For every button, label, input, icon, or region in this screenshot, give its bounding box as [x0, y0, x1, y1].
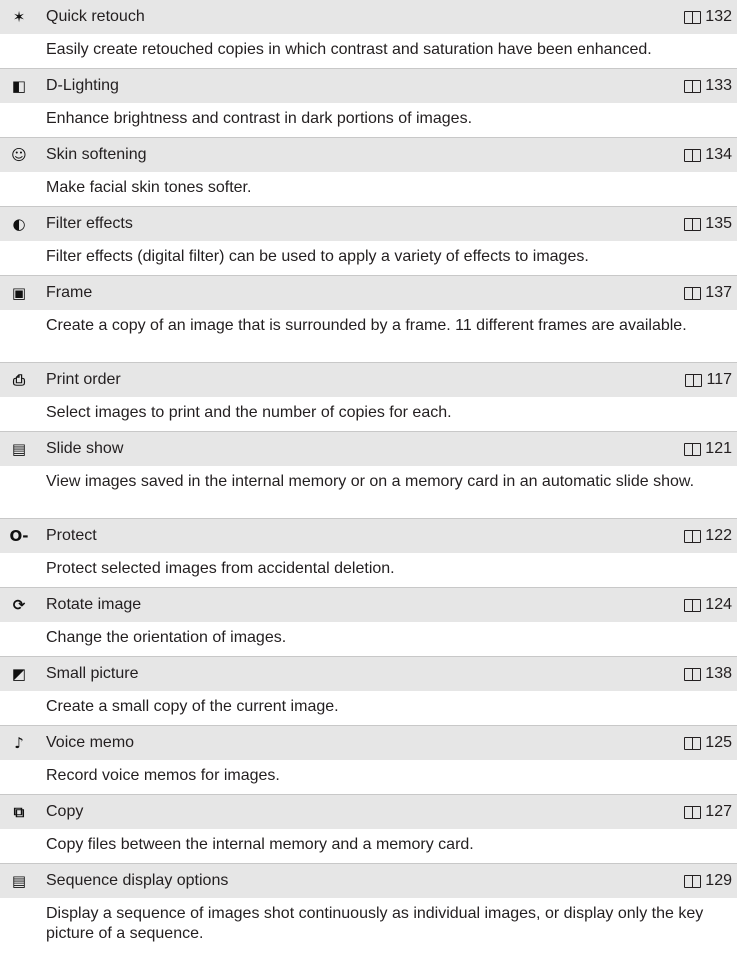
item-title: Copy	[46, 803, 84, 820]
book-icon	[684, 530, 702, 543]
item-title: Protect	[46, 527, 97, 544]
book-icon	[684, 80, 702, 93]
page-reference[interactable]: 124	[684, 588, 732, 622]
menu-item-print-order: ⎙ Print order 117	[0, 362, 737, 397]
book-icon	[684, 806, 702, 819]
menu-item-filter-effects: ◐ Filter effects 135	[0, 206, 737, 241]
page-reference[interactable]: 127	[684, 795, 732, 829]
page-number: 137	[705, 284, 732, 301]
item-title: Slide show	[46, 440, 124, 457]
item-title: Rotate image	[46, 596, 142, 613]
page-reference[interactable]: 133	[684, 69, 732, 103]
slide-show-icon: ▤	[11, 440, 27, 458]
book-icon	[685, 374, 703, 387]
item-description: Make facial skin tones softer.	[46, 179, 252, 196]
page-reference[interactable]: 134	[684, 138, 732, 172]
d-lighting-icon: ◧	[11, 77, 27, 95]
item-description: Easily create retouched copies in which …	[46, 41, 652, 58]
small-picture-icon: ◩	[11, 665, 27, 683]
menu-item-frame: ▣ Frame 137	[0, 275, 737, 310]
page-number: 127	[705, 803, 732, 820]
item-description: Copy files between the internal memory a…	[46, 836, 474, 853]
book-icon	[684, 599, 702, 612]
copy-icon: ⧉	[13, 803, 25, 821]
item-title: Skin softening	[46, 146, 147, 163]
page-reference[interactable]: 135	[684, 207, 732, 241]
item-description: Create a copy of an image that is surrou…	[46, 317, 687, 334]
page-number: 129	[705, 872, 732, 889]
filter-effects-icon: ◐	[12, 215, 26, 233]
item-title: Sequence display options	[46, 872, 229, 889]
page-number: 125	[705, 734, 732, 751]
menu-item-protect: O‑ Protect 122	[0, 518, 737, 553]
menu-reference-list: ✶ Quick retouch 132 Easily create retouc…	[0, 0, 737, 955]
menu-item-d-lighting: ◧ D-Lighting 133	[0, 68, 737, 103]
book-icon	[684, 737, 702, 750]
menu-item-copy: ⧉ Copy 127	[0, 794, 737, 829]
item-title: Small picture	[46, 665, 139, 682]
protect-key-icon: O‑	[9, 527, 29, 545]
item-title: Quick retouch	[46, 8, 145, 25]
menu-item-slide-show: ▤ Slide show 121	[0, 431, 737, 466]
item-title: D-Lighting	[46, 77, 119, 94]
menu-item-quick-retouch: ✶ Quick retouch 132	[0, 0, 737, 34]
print-order-icon: ⎙	[12, 371, 25, 389]
page-number: 122	[705, 527, 732, 544]
page-reference[interactable]: 129	[684, 864, 732, 898]
page-reference[interactable]: 121	[684, 432, 732, 466]
item-description: Create a small copy of the current image…	[46, 698, 339, 715]
book-icon	[684, 11, 702, 24]
page-number: 135	[705, 215, 732, 232]
book-icon	[684, 875, 702, 888]
voice-memo-microphone-icon: ♪	[14, 734, 24, 752]
page-reference[interactable]: 132	[684, 0, 732, 34]
page-number: 138	[705, 665, 732, 682]
menu-item-voice-memo: ♪ Voice memo 125	[0, 725, 737, 760]
sequence-display-icon: ▤	[11, 872, 27, 890]
menu-item-sequence-display-options: ▤ Sequence display options 129	[0, 863, 737, 898]
page-reference[interactable]: 125	[684, 726, 732, 760]
item-description: Change the orientation of images.	[46, 629, 287, 646]
page-number: 121	[705, 440, 732, 457]
page-reference[interactable]: 137	[684, 276, 732, 310]
menu-item-rotate-image: ⟳ Rotate image 124	[0, 587, 737, 622]
item-description: Display a sequence of images shot contin…	[46, 905, 704, 942]
page-reference[interactable]: 122	[684, 519, 732, 553]
page-number: 134	[705, 146, 732, 163]
item-title: Voice memo	[46, 734, 135, 751]
item-title: Print order	[46, 371, 121, 388]
item-title: Filter effects	[46, 215, 133, 232]
book-icon	[684, 287, 702, 300]
book-icon	[684, 668, 702, 681]
page-reference[interactable]: 138	[684, 657, 732, 691]
page-number: 133	[705, 77, 732, 94]
book-icon	[684, 149, 702, 162]
item-description: Protect selected images from accidental …	[46, 560, 395, 577]
page-reference[interactable]: 117	[685, 363, 732, 397]
retouch-sparkle-icon: ✶	[12, 8, 26, 26]
frame-icon: ▣	[11, 284, 27, 302]
item-description: View images saved in the internal memory…	[46, 473, 695, 490]
page-number: 117	[706, 371, 732, 388]
menu-item-small-picture: ◩ Small picture 138	[0, 656, 737, 691]
item-description: Record voice memos for images.	[46, 767, 280, 784]
item-description: Select images to print and the number of…	[46, 404, 452, 421]
rotate-image-icon: ⟳	[12, 596, 26, 614]
item-title: Frame	[46, 284, 93, 301]
item-description: Enhance brightness and contrast in dark …	[46, 110, 473, 127]
skin-softening-icon: ☺	[11, 146, 27, 164]
item-description: Filter effects (digital filter) can be u…	[46, 248, 589, 265]
page-number: 124	[705, 596, 732, 613]
book-icon	[684, 443, 702, 456]
page-number: 132	[705, 8, 732, 25]
book-icon	[684, 218, 702, 231]
menu-item-skin-softening: ☺ Skin softening 134	[0, 137, 737, 172]
